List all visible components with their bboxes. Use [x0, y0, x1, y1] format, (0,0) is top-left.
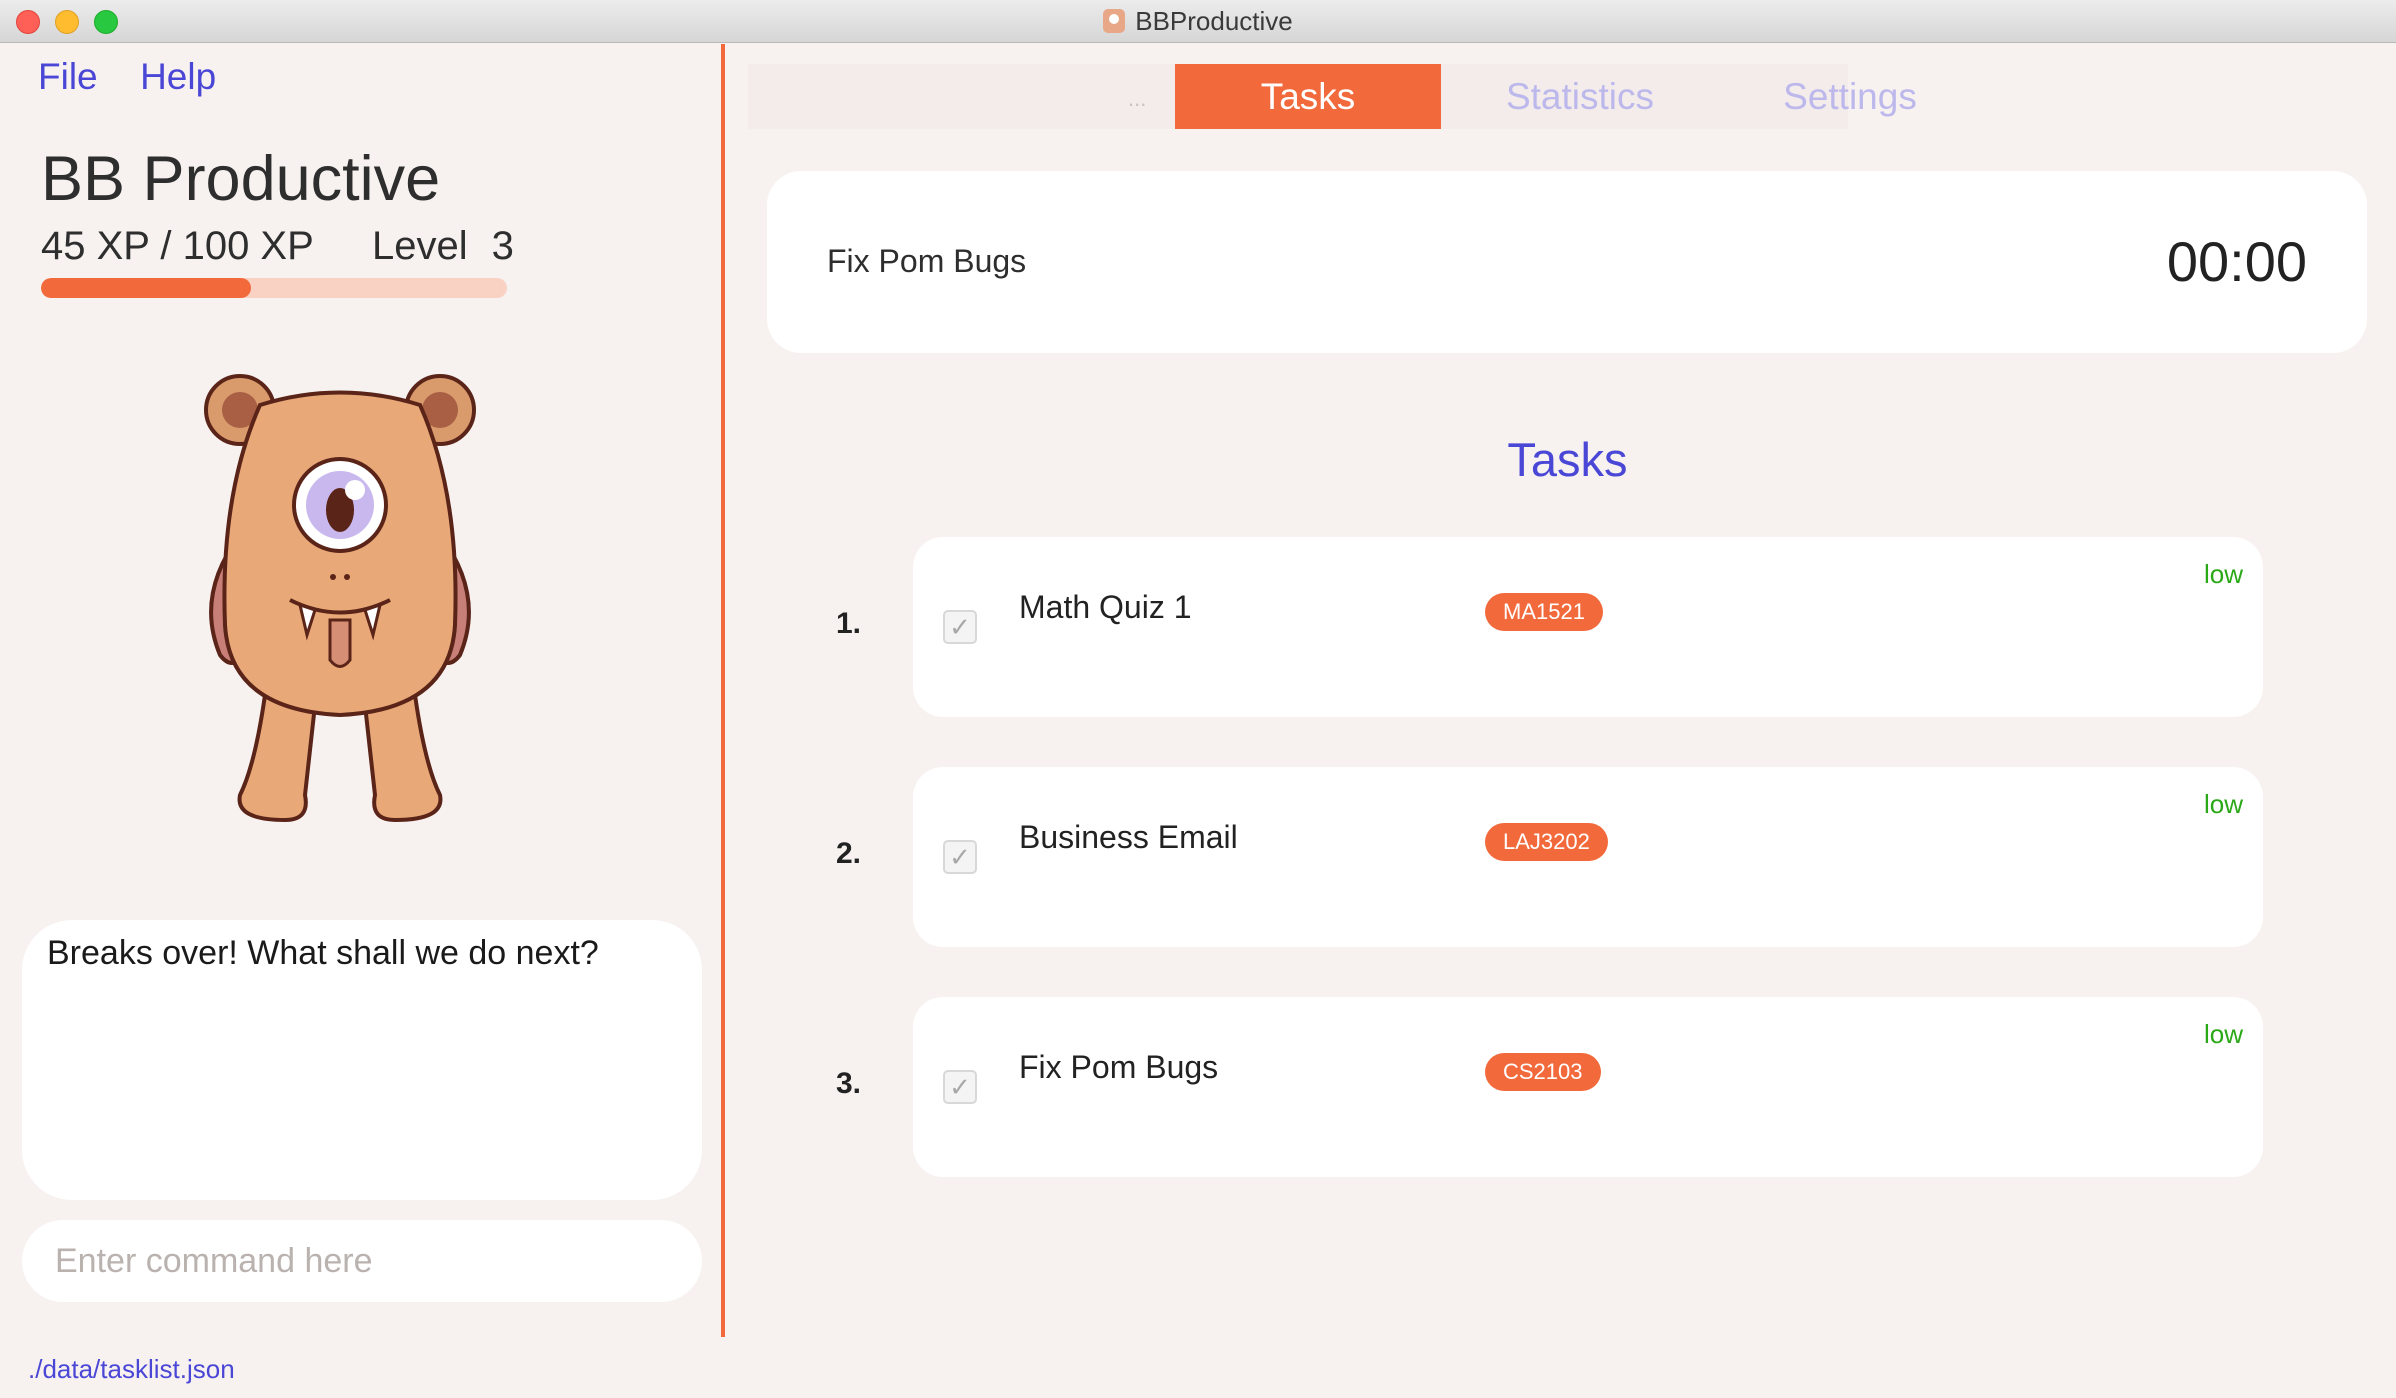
window-title: BBProductive [0, 6, 2396, 37]
level-value: 3 [491, 224, 514, 268]
menu-bar: File Help [38, 56, 254, 98]
tab-tasks[interactable]: Tasks [1175, 64, 1441, 129]
task-card[interactable]: ✓ Fix Pom Bugs CS2103 low [913, 997, 2263, 1177]
xp-text: 45 XP / 100 XP [41, 224, 314, 268]
speech-bubble: Breaks over! What shall we do next? [22, 920, 702, 1200]
task-tag: MA1521 [1485, 593, 1603, 631]
task-tag: CS2103 [1485, 1053, 1601, 1091]
panel-divider [721, 44, 725, 1337]
task-card[interactable]: ✓ Business Email LAJ3202 low [913, 767, 2263, 947]
task-priority: low [2203, 559, 2243, 589]
tab-settings[interactable]: Settings [1760, 64, 1940, 129]
task-name: Fix Pom Bugs [1019, 1049, 1219, 1085]
menu-help[interactable]: Help [140, 56, 216, 97]
level-label: Level [372, 224, 468, 268]
task-checkbox[interactable]: ✓ [943, 840, 977, 874]
task-priority: low [2203, 789, 2243, 819]
menu-file[interactable]: File [38, 56, 98, 97]
app-icon [1103, 9, 1126, 33]
tab-overflow-dots: ... [1128, 86, 1147, 111]
app-name: BB Productive [41, 144, 441, 214]
window-title-text: BBProductive [1135, 6, 1293, 36]
command-input[interactable] [22, 1220, 702, 1302]
timer-task-name: Fix Pom Bugs [827, 243, 1027, 279]
bear-monster-mascot-icon [204, 374, 476, 823]
task-priority: low [2203, 1019, 2243, 1049]
data-file-path: ./data/tasklist.json [28, 1354, 235, 1384]
pomodoro-timer-card: Fix Pom Bugs 00:00 [767, 171, 2367, 353]
xp-progress-bar [41, 278, 507, 298]
level-display: Level 3 [372, 224, 514, 269]
xp-progress-fill [41, 278, 251, 298]
task-tag: LAJ3202 [1485, 823, 1608, 861]
task-index: 2. [836, 837, 862, 870]
task-card[interactable]: ✓ Math Quiz 1 MA1521 low [913, 537, 2263, 717]
task-checkbox[interactable]: ✓ [943, 1070, 977, 1104]
tab-statistics[interactable]: Statistics [1480, 64, 1680, 129]
timer-time: 00:00 [2166, 230, 2307, 293]
speech-text: Breaks over! What shall we do next? [47, 934, 599, 972]
task-name: Business Email [1019, 819, 1238, 855]
tasks-section-title: Tasks [1507, 433, 1628, 486]
task-checkbox[interactable]: ✓ [943, 610, 977, 644]
task-index: 1. [836, 607, 862, 640]
task-index: 3. [836, 1067, 862, 1100]
window-titlebar: BBProductive [0, 0, 2396, 43]
task-name: Math Quiz 1 [1019, 589, 1192, 625]
